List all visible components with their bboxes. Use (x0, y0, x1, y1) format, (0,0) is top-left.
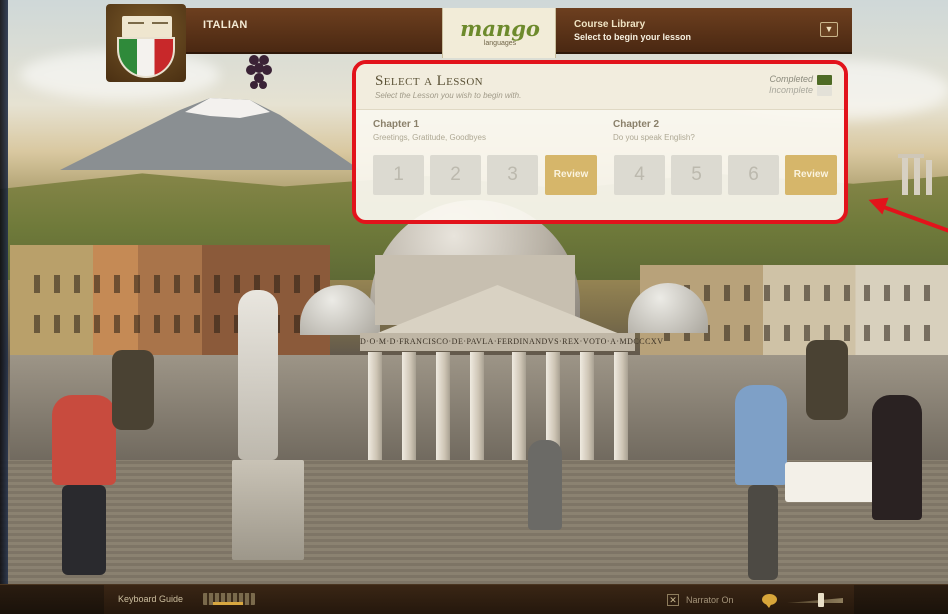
lesson-3-button[interactable]: 3 (487, 155, 538, 195)
lesson-2-button[interactable]: 2 (430, 155, 481, 195)
mango-logo-tab[interactable]: mango languages (442, 8, 556, 58)
top-bar: ITALIAN mango languages Course Library S… (0, 0, 948, 82)
column (580, 352, 594, 460)
select-lesson-panel: Select a Lesson Select the Lesson you wi… (352, 60, 848, 224)
equestrian-statue (806, 340, 848, 420)
windows (20, 275, 320, 293)
course-library-dropdown-button[interactable]: ▼ (820, 22, 838, 37)
column (368, 352, 382, 460)
legend-incomplete-label: Incomplete (768, 85, 813, 95)
lesson-5-button[interactable]: 5 (671, 155, 722, 195)
cafe-table (785, 462, 875, 502)
lesson-6-button[interactable]: 6 (728, 155, 779, 195)
vesuvius-mountain (60, 98, 360, 170)
statue-pedestal (232, 460, 304, 560)
legend-completed-label: Completed (769, 74, 813, 84)
book-icon (122, 16, 172, 38)
keyboard-icon-highlight (213, 602, 243, 605)
course-library-subtitle[interactable]: Select to begin your lesson (574, 32, 691, 42)
column (512, 352, 526, 460)
legend-completed-swatch (817, 75, 832, 85)
mango-logo: mango (460, 16, 540, 41)
woman-figure (872, 395, 922, 520)
legend-incomplete-swatch (817, 86, 832, 96)
chapter-2-title: Chapter 2 (613, 119, 660, 130)
chapter-2-review-button[interactable]: Review (785, 155, 837, 195)
column (614, 352, 628, 460)
david-statue (238, 290, 278, 460)
cyclist-legs (62, 485, 106, 575)
chapter-2-subtitle: Do you speak English? (613, 133, 695, 142)
chevron-down-icon: ▼ (824, 24, 834, 34)
lesson-1-button[interactable]: 1 (373, 155, 424, 195)
language-label: ITALIAN (203, 19, 248, 31)
chapter-1-subtitle: Greetings, Gratitude, Goodbyes (373, 133, 486, 142)
mango-logo-subtext: languages (483, 40, 517, 47)
equestrian-statue (112, 350, 154, 430)
panel-subtitle: Select the Lesson you wish to begin with… (375, 91, 522, 100)
grapes-icon (246, 55, 272, 89)
man-legs (748, 485, 778, 580)
panel-header: Select a Lesson Select the Lesson you wi… (356, 64, 844, 110)
volume-slider-handle[interactable] (818, 593, 824, 607)
keyboard-guide-label[interactable]: Keyboard Guide (118, 594, 183, 604)
window-frame-left (0, 0, 8, 614)
book-line (128, 22, 144, 24)
scooter-rider (528, 440, 562, 530)
chapter-1-title: Chapter 1 (373, 119, 420, 130)
man-figure (735, 385, 787, 485)
narrator-checkbox[interactable]: ✕ (667, 594, 679, 606)
book-line (152, 22, 168, 24)
cyclist-figure (52, 395, 116, 485)
chapter-1-review-button[interactable]: Review (545, 155, 597, 195)
inscription: D·O·M·D·FRANCISCO·DE·PAVLA·FERDINANDVS·R… (360, 337, 664, 346)
lesson-4-button[interactable]: 4 (614, 155, 665, 195)
narrator-label: Narrator On (686, 595, 734, 605)
ruins-columns (898, 154, 932, 195)
course-library-title[interactable]: Course Library (574, 19, 645, 30)
speech-bubble-tail (765, 603, 772, 608)
column (436, 352, 450, 460)
entablature: D·O·M·D·FRANCISCO·DE·PAVLA·FERDINANDVS·R… (360, 333, 664, 351)
column (402, 352, 416, 460)
panel-title: Select a Lesson (375, 73, 484, 89)
column (470, 352, 484, 460)
